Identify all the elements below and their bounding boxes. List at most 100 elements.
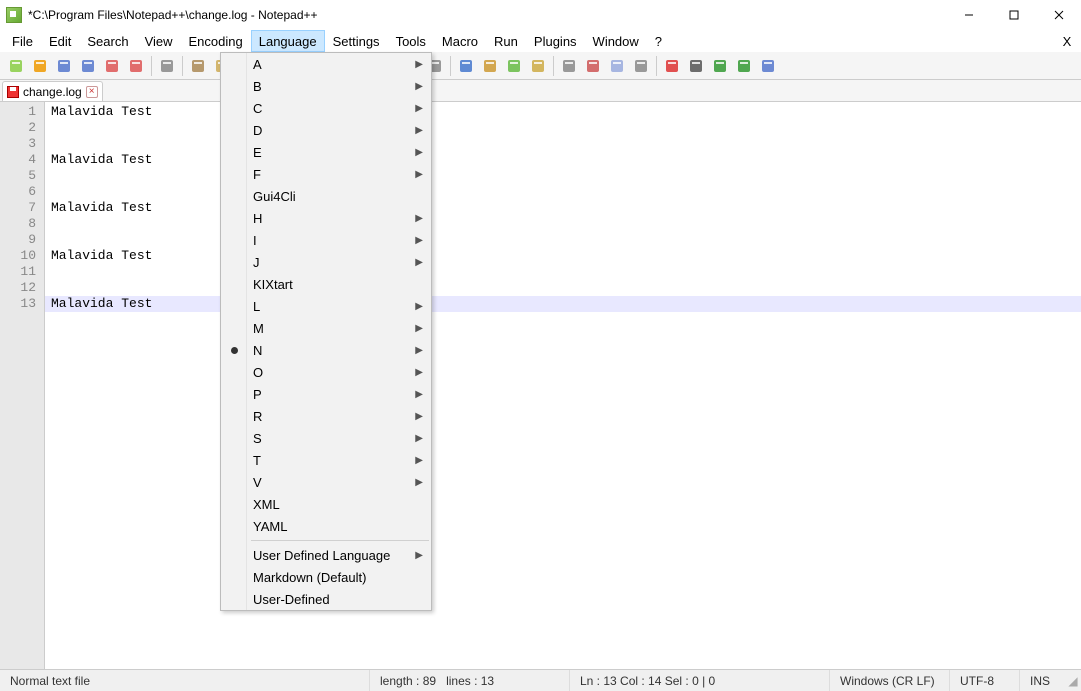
- menu-q[interactable]: ?: [647, 30, 670, 52]
- menu-encoding[interactable]: Encoding: [181, 30, 251, 52]
- lang-menu-f[interactable]: F▶: [221, 163, 431, 185]
- lang-menu-o[interactable]: O▶: [221, 361, 431, 383]
- submenu-arrow-icon: ▶: [415, 389, 423, 400]
- save-macro-icon[interactable]: [757, 55, 779, 77]
- editor-line[interactable]: Malavida Test: [45, 200, 1081, 216]
- lang-menu-p[interactable]: P▶: [221, 383, 431, 405]
- editor-line[interactable]: [45, 184, 1081, 200]
- editor-line[interactable]: [45, 136, 1081, 152]
- menu-settings[interactable]: Settings: [325, 30, 388, 52]
- stop-icon[interactable]: [685, 55, 707, 77]
- minimize-button[interactable]: [946, 0, 991, 30]
- editor-line[interactable]: [45, 120, 1081, 136]
- menu-item-label: P: [253, 387, 262, 402]
- menu-plugins[interactable]: Plugins: [526, 30, 585, 52]
- menu-edit[interactable]: Edit: [41, 30, 79, 52]
- lang-menu-t[interactable]: T▶: [221, 449, 431, 471]
- menu-run[interactable]: Run: [486, 30, 526, 52]
- status-insert-mode[interactable]: INS: [1020, 670, 1065, 691]
- lang-menu-xml[interactable]: XML: [221, 493, 431, 515]
- lang-menu-m[interactable]: M▶: [221, 317, 431, 339]
- editor-line[interactable]: Malavida Test: [45, 248, 1081, 264]
- submenu-arrow-icon: ▶: [415, 367, 423, 378]
- lang-menu-b[interactable]: B▶: [221, 75, 431, 97]
- editor-line[interactable]: [45, 216, 1081, 232]
- save-icon[interactable]: [53, 55, 75, 77]
- wordwrap-icon[interactable]: [455, 55, 477, 77]
- submenu-arrow-icon: ▶: [415, 477, 423, 488]
- menu-item-label: M: [253, 321, 264, 336]
- play-icon[interactable]: [709, 55, 731, 77]
- print-icon[interactable]: [156, 55, 178, 77]
- menu-separator: [251, 540, 429, 541]
- maximize-button[interactable]: [991, 0, 1036, 30]
- status-eol[interactable]: Windows (CR LF): [830, 670, 950, 691]
- title-bar: *C:\Program Files\Notepad++\change.log -…: [0, 0, 1081, 30]
- tab-close-icon[interactable]: ×: [86, 86, 98, 98]
- editor-line[interactable]: [45, 280, 1081, 296]
- lang-menu-gui4cli[interactable]: Gui4Cli: [221, 185, 431, 207]
- folder-icon[interactable]: [527, 55, 549, 77]
- lang-menu-a[interactable]: A▶: [221, 53, 431, 75]
- lang-menu-c[interactable]: C▶: [221, 97, 431, 119]
- lang-menu-d[interactable]: D▶: [221, 119, 431, 141]
- lang-menu-user-defined[interactable]: User-Defined: [221, 588, 431, 610]
- lang-menu-s[interactable]: S▶: [221, 427, 431, 449]
- menu-item-label: User-Defined: [253, 592, 330, 607]
- lang-menu-kixtart[interactable]: KIXtart: [221, 273, 431, 295]
- editor-line[interactable]: Malavida Test: [45, 152, 1081, 168]
- editor-line[interactable]: Malavida Test: [45, 104, 1081, 120]
- menu-tools[interactable]: Tools: [388, 30, 434, 52]
- lang-menu-l[interactable]: L▶: [221, 295, 431, 317]
- close-button[interactable]: [1036, 0, 1081, 30]
- show-all-icon[interactable]: [479, 55, 501, 77]
- lang-menu-user-defined-language[interactable]: User Defined Language▶: [221, 544, 431, 566]
- menu-item-label: Gui4Cli: [253, 189, 296, 204]
- submenu-arrow-icon: ▶: [415, 323, 423, 334]
- close-icon[interactable]: [101, 55, 123, 77]
- menu-window[interactable]: Window: [585, 30, 647, 52]
- lang-menu-e[interactable]: E▶: [221, 141, 431, 163]
- editor-line[interactable]: [45, 264, 1081, 280]
- resize-grip[interactable]: ◢: [1065, 674, 1081, 688]
- udl-icon[interactable]: [558, 55, 580, 77]
- line-number: 11: [0, 264, 36, 280]
- editor-line[interactable]: Malavida Test: [45, 296, 1081, 312]
- doc-close-x[interactable]: X: [1057, 30, 1077, 52]
- menu-file[interactable]: File: [4, 30, 41, 52]
- submenu-arrow-icon: ▶: [415, 125, 423, 136]
- play-multi-icon[interactable]: [733, 55, 755, 77]
- record-icon[interactable]: [661, 55, 683, 77]
- lang-menu-yaml[interactable]: YAML: [221, 515, 431, 537]
- status-encoding[interactable]: UTF-8: [950, 670, 1020, 691]
- doc-map-icon[interactable]: [582, 55, 604, 77]
- lang-menu-markdown-default-[interactable]: Markdown (Default): [221, 566, 431, 588]
- new-icon[interactable]: [5, 55, 27, 77]
- menu-item-label: V: [253, 475, 262, 490]
- text-editor[interactable]: Malavida Test Malavida Test Malavida Test M…: [45, 102, 1081, 669]
- open-icon[interactable]: [29, 55, 51, 77]
- menu-item-label: KIXtart: [253, 277, 293, 292]
- menu-language[interactable]: Language: [251, 30, 325, 52]
- menu-view[interactable]: View: [137, 30, 181, 52]
- lang-menu-j[interactable]: J▶: [221, 251, 431, 273]
- tab-change-log[interactable]: change.log ×: [2, 81, 103, 101]
- save-all-icon[interactable]: [77, 55, 99, 77]
- lang-menu-v[interactable]: V▶: [221, 471, 431, 493]
- submenu-arrow-icon: ▶: [415, 81, 423, 92]
- lang-menu-i[interactable]: I▶: [221, 229, 431, 251]
- toolbar-separator: [553, 56, 554, 76]
- editor-line[interactable]: [45, 232, 1081, 248]
- indent-guide-icon[interactable]: [503, 55, 525, 77]
- submenu-arrow-icon: ▶: [415, 235, 423, 246]
- menu-search[interactable]: Search: [79, 30, 136, 52]
- close-all-icon[interactable]: [125, 55, 147, 77]
- monitoring-icon[interactable]: [630, 55, 652, 77]
- cut-icon[interactable]: [187, 55, 209, 77]
- menu-macro[interactable]: Macro: [434, 30, 486, 52]
- lang-menu-r[interactable]: R▶: [221, 405, 431, 427]
- lang-menu-n[interactable]: N▶: [221, 339, 431, 361]
- lang-menu-h[interactable]: H▶: [221, 207, 431, 229]
- editor-line[interactable]: [45, 168, 1081, 184]
- func-list-icon[interactable]: [606, 55, 628, 77]
